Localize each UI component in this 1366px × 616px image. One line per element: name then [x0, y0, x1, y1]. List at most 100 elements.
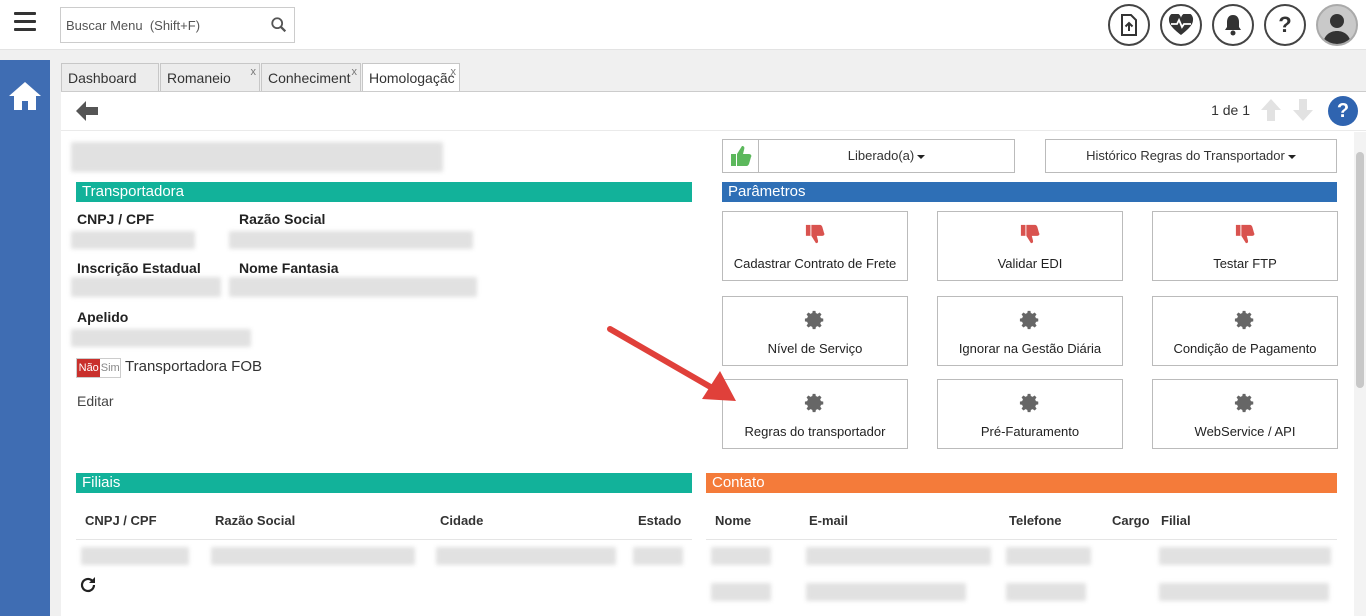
redacted-value	[436, 547, 616, 565]
close-icon[interactable]: x	[352, 67, 358, 78]
top-bar: ?	[0, 0, 1366, 50]
gear-icon	[1019, 310, 1039, 330]
page-help-button[interactable]: ?	[1328, 96, 1358, 126]
back-arrow-icon[interactable]	[75, 100, 99, 122]
column-header[interactable]: Estado	[638, 513, 681, 528]
notifications-button[interactable]	[1212, 4, 1254, 46]
tab-label: Conheciment	[268, 70, 351, 86]
redacted-value	[1006, 583, 1086, 601]
tab-conhecimento[interactable]: Conheciment x	[261, 63, 361, 91]
redacted-value	[1159, 583, 1329, 601]
redacted-value	[711, 583, 771, 601]
close-icon[interactable]: x	[451, 67, 457, 78]
card-nivel-servico[interactable]: Nível de Serviço	[722, 296, 908, 366]
razao-social-label: Razão Social	[239, 211, 326, 227]
card-regras-transportador[interactable]: Regras do transportador	[722, 379, 908, 449]
user-avatar[interactable]	[1316, 4, 1358, 46]
redacted-value	[1159, 547, 1331, 565]
card-pre-faturamento[interactable]: Pré-Faturamento	[937, 379, 1123, 449]
home-icon[interactable]	[8, 80, 42, 112]
redacted-value	[71, 277, 221, 297]
card-label: Regras do transportador	[744, 424, 886, 439]
redacted-value	[229, 231, 473, 249]
refresh-icon[interactable]	[79, 576, 97, 594]
gear-icon	[804, 310, 824, 330]
edit-link[interactable]: Editar	[77, 393, 114, 409]
annotation-arrow-icon	[607, 326, 736, 401]
thumbs-down-icon	[1235, 224, 1255, 244]
heartbeat-icon	[1168, 14, 1194, 35]
tab-bar: Dashboard Romaneio x Conheciment x Homolog…	[61, 63, 461, 92]
thumbs-down-icon	[805, 224, 825, 244]
section-header-filiais: Filiais	[76, 473, 692, 493]
close-icon[interactable]: x	[251, 67, 257, 78]
toggle-yes[interactable]: Sim	[100, 359, 120, 377]
redacted-title	[71, 142, 443, 172]
health-button[interactable]	[1160, 4, 1202, 46]
search-input[interactable]	[61, 8, 261, 42]
card-label: Ignorar na Gestão Diária	[958, 341, 1102, 356]
tab-romaneio[interactable]: Romaneio x	[160, 63, 260, 91]
tab-homologacao[interactable]: Homologaçãc x	[362, 63, 460, 92]
nome-fantasia-label: Nome Fantasia	[239, 260, 339, 276]
search-icon[interactable]	[270, 16, 288, 34]
scrollbar-thumb[interactable]	[1356, 152, 1364, 388]
arrow-up-icon[interactable]	[1260, 98, 1282, 122]
historico-label: Histórico Regras do Transportador	[1086, 148, 1285, 163]
redacted-value	[211, 547, 415, 565]
tab-label: Dashboard	[68, 70, 137, 86]
redacted-value	[71, 329, 251, 347]
hamburger-menu-icon[interactable]	[14, 12, 36, 34]
thumbs-up-box	[723, 140, 759, 172]
redacted-value	[633, 547, 683, 565]
card-label: Pré-Faturamento	[980, 424, 1080, 439]
chevron-down-icon	[917, 154, 926, 159]
chevron-down-icon	[1287, 154, 1296, 159]
cnpj-label: CNPJ / CPF	[77, 211, 155, 227]
tab-dashboard[interactable]: Dashboard	[61, 63, 159, 91]
card-label: WebService / API	[1194, 424, 1296, 439]
help-button[interactable]: ?	[1264, 4, 1306, 46]
content-panel: 1 de 1 ? Transportadora CNPJ / CPF Razão…	[61, 91, 1366, 616]
left-rail	[0, 60, 50, 616]
tab-label: Homologaçãc	[369, 70, 455, 86]
section-header-parametros: Parâmetros	[722, 182, 1337, 202]
card-ignorar-gestao[interactable]: Ignorar na Gestão Diária	[937, 296, 1123, 366]
search-box	[60, 7, 295, 43]
divider	[76, 539, 692, 540]
card-condicao-pagamento[interactable]: Condição de Pagamento	[1152, 296, 1338, 366]
redacted-value	[806, 547, 991, 565]
column-header[interactable]: Razão Social	[215, 513, 295, 528]
vertical-scrollbar[interactable]	[1354, 132, 1366, 616]
redacted-value	[81, 547, 189, 565]
card-label: Validar EDI	[997, 256, 1063, 271]
column-header[interactable]: E-mail	[809, 513, 848, 528]
column-header[interactable]: Nome	[715, 513, 751, 528]
card-cadastrar-contrato[interactable]: Cadastrar Contrato de Frete	[722, 211, 908, 281]
liberado-button[interactable]: Liberado(a)	[722, 139, 1015, 173]
help-icon: ?	[1278, 12, 1292, 37]
column-header[interactable]: Filial	[1161, 513, 1191, 528]
column-header[interactable]: Cargo	[1112, 513, 1150, 528]
column-header[interactable]: Telefone	[1009, 513, 1062, 528]
pager-text: 1 de 1	[1211, 102, 1250, 118]
apelido-label: Apelido	[77, 309, 129, 325]
column-header[interactable]: CNPJ / CPF	[85, 513, 157, 528]
card-webservice-api[interactable]: WebService / API	[1152, 379, 1338, 449]
thumbs-up-icon	[730, 146, 751, 166]
redacted-value	[806, 583, 966, 601]
redacted-value	[71, 231, 195, 249]
file-upload-button[interactable]	[1108, 4, 1150, 46]
historico-button[interactable]: Histórico Regras do Transportador	[1045, 139, 1337, 173]
section-header-contato: Contato	[706, 473, 1337, 493]
bell-icon	[1225, 15, 1241, 36]
fob-toggle[interactable]: Não Sim	[76, 358, 121, 378]
card-testar-ftp[interactable]: Testar FTP	[1152, 211, 1338, 281]
file-upload-icon	[1121, 14, 1137, 36]
column-header[interactable]: Cidade	[440, 513, 483, 528]
arrow-down-icon[interactable]	[1292, 98, 1314, 122]
card-validar-edi[interactable]: Validar EDI	[937, 211, 1123, 281]
toggle-no[interactable]: Não	[77, 359, 101, 377]
redacted-value	[1006, 547, 1091, 565]
inscricao-estadual-label: Inscrição Estadual	[77, 260, 201, 276]
